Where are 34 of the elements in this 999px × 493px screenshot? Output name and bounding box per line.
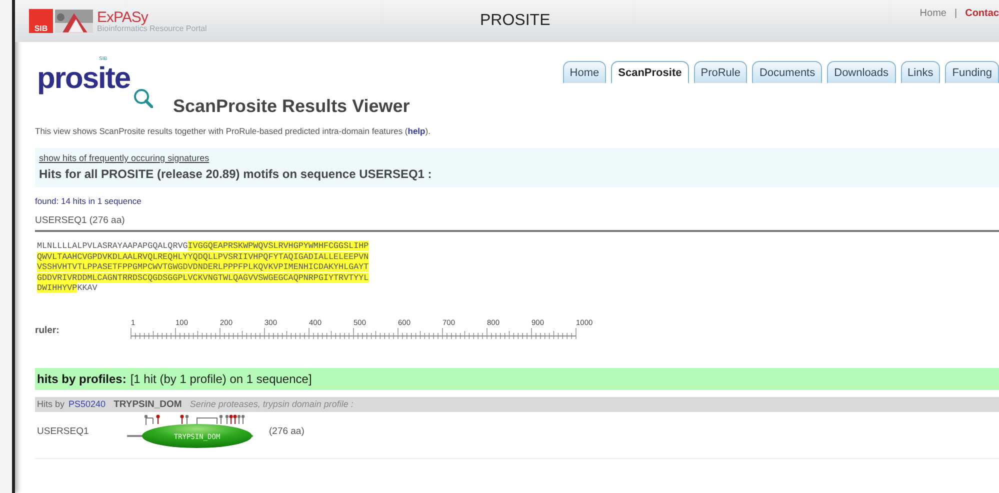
found-link[interactable]: found: 14 hits in 1 sequence: [35, 196, 999, 206]
page-title: ScanProsite Results Viewer: [173, 96, 411, 117]
magnifier-icon: [133, 88, 153, 108]
hits-by-label: Hits by: [37, 398, 65, 408]
header-link[interactable]: Home: [920, 8, 946, 19]
nav-tab[interactable]: Downloads: [827, 61, 896, 83]
brand-name: ExPASy: [97, 10, 150, 24]
profile-name: TRYPSIN_DOM: [114, 398, 182, 410]
help-link[interactable]: help: [408, 126, 426, 136]
sib-logo: SIB: [29, 9, 53, 33]
site-title: PROSITE: [480, 12, 550, 30]
sequence-label: USERSEQ1: [37, 426, 90, 437]
link-separator: |: [954, 8, 958, 19]
header-link[interactable]: Contac: [965, 8, 999, 19]
ruler-label: ruler:: [35, 325, 60, 336]
nav-tab[interactable]: Documents: [752, 61, 822, 83]
frequent-hits-link[interactable]: show hits of frequently occuring signatures: [39, 153, 995, 163]
nav-tab[interactable]: Funding: [945, 61, 999, 83]
sequence-length: (276 aa): [269, 426, 304, 437]
nav-tab[interactable]: ProRule: [694, 61, 748, 83]
prosite-logo: prosite: [37, 64, 130, 94]
nav-tab[interactable]: ScanProsite: [611, 61, 689, 83]
profile-description: Serine proteases, trypsin domain profile :: [190, 398, 354, 408]
intro-text: This view shows ScanProsite results together with ProRule-based predicted intra-domain features (help).: [35, 126, 432, 136]
profiles-heading: hits by profiles:: [37, 372, 126, 386]
hits-heading: Hits for all PROSITE (release 20.89) motifs on sequence USERSEQ1 :: [39, 167, 433, 181]
brand-subtitle: Bioinformatics Resource Portal: [97, 24, 207, 32]
sequence-name: USERSEQ1 (276 aa): [35, 215, 999, 232]
profiles-summary: [1 hit (by 1 profile) on 1 sequence]: [130, 372, 312, 386]
sequence-line: DWIHHYVPKKAV: [37, 283, 98, 294]
accession-link[interactable]: PS50240: [68, 398, 106, 408]
sequence-line: MLNLLLLALPVLASRAYAAPAPGQALQRVGIVGGQEAPRSKWPWQVSLRVHGPYWMHFCGGSLIHP: [37, 241, 369, 252]
nav-tab[interactable]: Home: [562, 61, 606, 83]
nav-tab[interactable]: Links: [900, 61, 940, 83]
